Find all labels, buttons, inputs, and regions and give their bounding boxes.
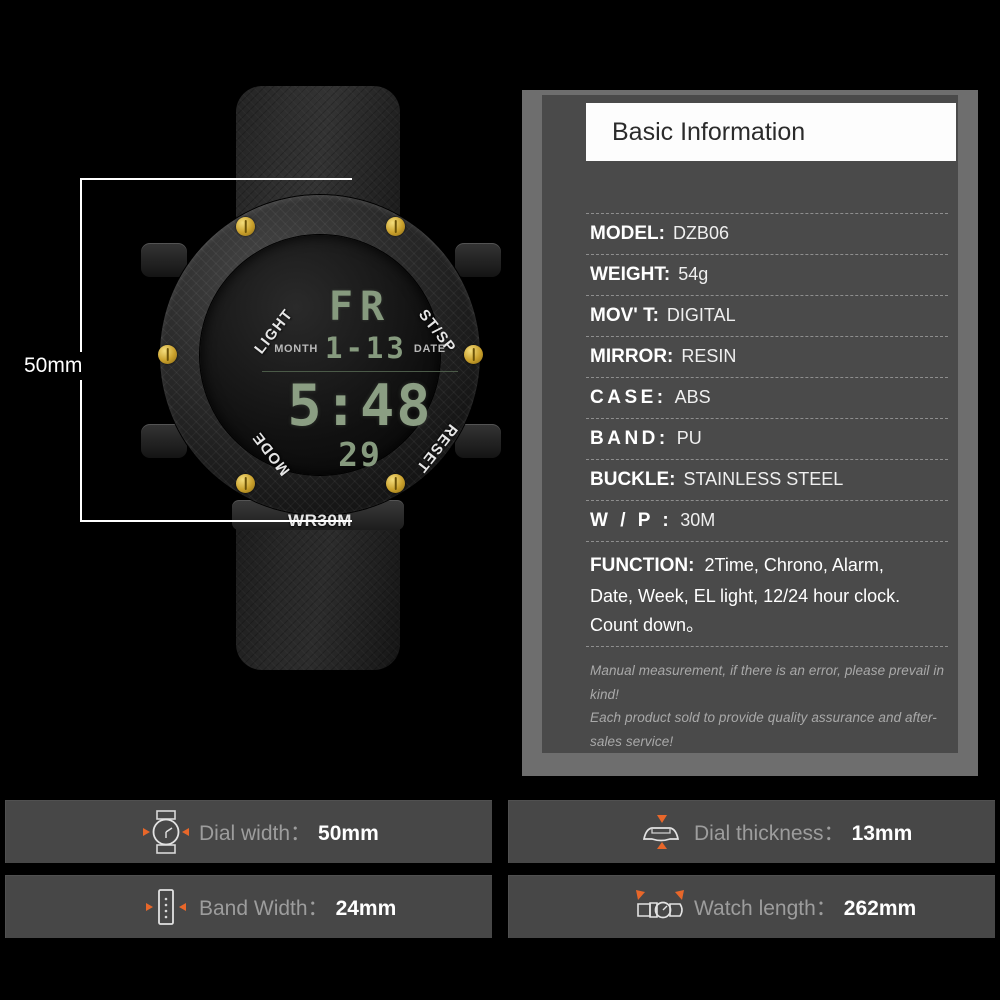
spec-value: STAINLESS STEEL — [683, 469, 844, 489]
dimension-tick-bottom — [80, 520, 352, 522]
pusher-top-left — [141, 243, 187, 277]
spec-value: RESIN — [681, 346, 737, 366]
watch-case: LIGHT ST/SP MODE RESET WR30M FR MONTH 1-… — [158, 195, 483, 530]
spec-row: WEIGHT: 54g — [586, 255, 948, 296]
bezel-screw-icon — [386, 474, 405, 493]
lcd-month-date: 1-13 — [325, 331, 407, 365]
measurement-value: 262mm — [843, 896, 917, 920]
measurement-text: Watch length： 262mm — [694, 892, 916, 922]
watch-product-photo: LIGHT ST/SP MODE RESET WR30M FR MONTH 1-… — [0, 0, 510, 790]
panel-notes: Manual measurement, if there is an error… — [586, 647, 948, 754]
spec-key: W / P : — [590, 510, 673, 531]
lcd-date-label: DATE — [413, 342, 446, 355]
spec-key: WEIGHT: — [590, 264, 671, 285]
spec-row: BUCKLE: STAINLESS STEEL — [586, 460, 948, 501]
basic-information-panel: Basic Information MODEL: DZB06 WEIGHT: 54g M… — [522, 90, 978, 776]
spec-value: DZB06 — [672, 223, 729, 243]
measurement-value: 24mm — [335, 896, 397, 920]
dimension-tick-top — [80, 178, 352, 180]
dimension-label-50mm: 50mm — [18, 352, 89, 380]
measurement-bar-watch-length: Watch length： 262mm — [508, 875, 995, 938]
spec-key: BAND: — [590, 428, 669, 449]
watch-face-icon — [133, 809, 199, 855]
spec-row-function: FUNCTION: 2Time, Chrono, Alarm, Date, Wee… — [586, 542, 948, 648]
measurement-label: Dial width： — [199, 821, 312, 845]
pusher-top-right — [455, 243, 501, 277]
bezel-screw-icon — [236, 474, 255, 493]
bezel-screw-icon — [236, 217, 255, 236]
watch-dial: LIGHT ST/SP MODE RESET WR30M FR MONTH 1-… — [200, 235, 461, 530]
panel-note: Each product sold to provide quality ass… — [590, 710, 937, 749]
spec-table: MODEL: DZB06 WEIGHT: 54g MOV' T: DIGITAL MIRRO… — [586, 213, 948, 754]
panel-title: Basic Information — [612, 117, 806, 146]
measurement-text: Dial thickness： 13mm — [694, 817, 912, 847]
panel-header: Basic Information — [586, 103, 956, 161]
spec-value: DIGITAL — [666, 305, 736, 325]
spec-key: MIRROR: — [590, 346, 674, 367]
watch-thickness-icon — [628, 809, 694, 855]
bezel-screw-icon — [386, 217, 405, 236]
spec-row: MOV' T: DIGITAL — [586, 296, 948, 337]
watch-strap-bottom — [236, 520, 400, 670]
measurement-bar-dial-width: Dial width： 50mm — [5, 800, 492, 863]
spec-key: MODEL: — [590, 223, 665, 244]
spec-row: MODEL: DZB06 — [586, 213, 948, 255]
function-line-2: Date, Week, EL light, 12/24 hour clock. — [590, 585, 901, 606]
lcd-time: 5:48 — [287, 373, 433, 439]
watch-band-icon — [133, 884, 199, 930]
function-key: FUNCTION: — [590, 555, 695, 576]
lcd-month-label: MONTH — [274, 342, 319, 355]
bezel-screw-icon — [158, 345, 177, 364]
spec-row: MIRROR: RESIN — [586, 337, 948, 378]
spec-value: PU — [676, 428, 702, 448]
spec-row: BAND: PU — [586, 419, 948, 460]
measurement-label: Band Width： — [199, 896, 329, 920]
measurement-label: Dial thickness： — [694, 821, 845, 845]
spec-key: CASE: — [590, 387, 667, 408]
lcd-weekday: FR — [328, 284, 392, 330]
lcd-month-date-row: MONTH 1-13 DATE — [274, 334, 446, 363]
spec-key: MOV' T: — [590, 305, 659, 326]
measurement-text: Dial width： 50mm — [199, 817, 379, 847]
panel-card: Basic Information MODEL: DZB06 WEIGHT: 54g M… — [542, 95, 958, 753]
function-line-3: Count down。 — [590, 614, 705, 635]
panel-note: Manual measurement, if there is an error… — [590, 663, 945, 702]
lcd-seconds: 29 — [338, 434, 382, 474]
spec-value: 54g — [678, 264, 709, 284]
pusher-bottom-right — [455, 424, 501, 458]
measurement-bar-band-width: Band Width： 24mm — [5, 875, 492, 938]
bezel-screw-icon — [464, 345, 483, 364]
product-spec-image: LIGHT ST/SP MODE RESET WR30M FR MONTH 1-… — [0, 0, 1000, 1000]
measurement-value: 13mm — [851, 821, 913, 845]
spec-value: 30M — [680, 510, 716, 530]
watch-length-icon — [628, 884, 694, 930]
function-value-1: 2Time, Chrono, Alarm, — [704, 555, 884, 575]
function-line-1: FUNCTION: 2Time, Chrono, Alarm, — [590, 551, 948, 582]
spec-key: BUCKLE: — [590, 469, 676, 490]
dimension-line-vertical — [80, 178, 82, 522]
lcd-display: FR MONTH 1-13 DATE 5:48 29 — [260, 285, 460, 475]
measurement-label: Watch length： — [694, 896, 837, 920]
measurement-bar-dial-thickness: Dial thickness： 13mm — [508, 800, 995, 863]
measurement-text: Band Width： 24mm — [199, 892, 396, 922]
spec-value: ABS — [674, 387, 711, 407]
strap-texture — [236, 520, 400, 670]
lcd-divider — [262, 371, 458, 372]
measurement-value: 50mm — [318, 821, 379, 845]
spec-row: W / P : 30M — [586, 501, 948, 542]
spec-row: CASE: ABS — [586, 378, 948, 419]
